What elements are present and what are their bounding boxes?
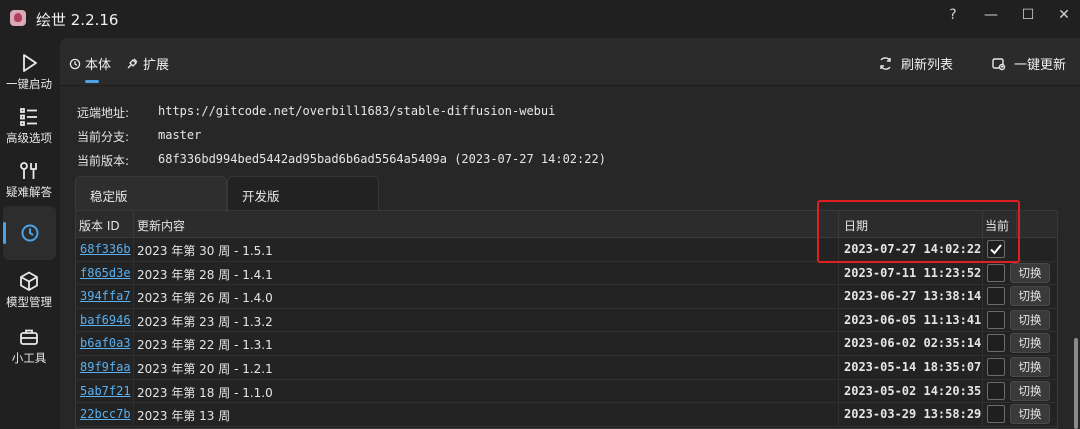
toolbox-icon xyxy=(20,329,38,345)
tab-stable[interactable]: 稳定版 xyxy=(75,176,227,210)
sidebar-item-tools[interactable]: 小工具 xyxy=(0,322,58,376)
current-checkbox[interactable] xyxy=(987,263,1005,282)
table-row[interactable]: 22bcc7b 2023 年第 13 周 2023-03-29 13:58:29… xyxy=(76,403,1057,428)
tab-core[interactable]: 本体 xyxy=(69,54,111,73)
update-content: 2023 年第 23 周 - 1.3.2 xyxy=(137,314,273,329)
current-checkbox[interactable] xyxy=(987,405,1005,424)
sidebar-item-label: 高级选项 xyxy=(6,131,52,145)
table-row[interactable]: 89f9faa 2023 年第 20 周 - 1.2.1 2023-05-14 … xyxy=(76,356,1057,380)
version-id-link[interactable]: 5ab7f21 xyxy=(80,384,131,398)
sidebar-item-launch[interactable]: 一键启动 xyxy=(0,48,58,102)
switch-button[interactable]: 切换 xyxy=(1010,404,1050,425)
date-cell: 2023-03-29 13:58:29 xyxy=(844,407,982,422)
play-icon xyxy=(23,54,37,72)
sidebar-item-versions[interactable] xyxy=(3,206,56,260)
current-branch-value: master xyxy=(158,128,202,142)
one-click-update-button[interactable]: 一键更新 xyxy=(991,54,1066,73)
table-row[interactable]: f865d3e 2023 年第 28 周 - 1.4.1 2023-07-11 … xyxy=(76,261,1057,286)
tools-icon xyxy=(20,162,37,179)
current-version-value: 68f336bd994bed5442ad95bad6b6ad5564a5409a… xyxy=(158,152,606,166)
current-checkbox[interactable] xyxy=(987,358,1005,376)
version-id-link[interactable]: 394ffa7 xyxy=(80,289,131,303)
annotation-highlight-box xyxy=(817,200,1020,263)
date-cell: 2023-05-02 14:20:35 xyxy=(844,383,982,398)
maximize-button[interactable]: ☐ xyxy=(1013,4,1043,26)
list-settings-icon xyxy=(20,108,37,126)
update-content: 2023 年第 28 周 - 1.4.1 xyxy=(137,267,273,282)
cube-icon xyxy=(20,271,38,291)
switch-button[interactable]: 切换 xyxy=(1010,286,1050,307)
version-id-link[interactable]: 22bcc7b xyxy=(80,407,131,421)
table-row[interactable]: b6af0a3 2023 年第 22 周 - 1.3.1 2023-06-02 … xyxy=(76,332,1057,357)
date-cell: 2023-05-14 18:35:07 xyxy=(844,360,982,374)
toolbar: 本体 扩展 刷新列表 一键更新 xyxy=(60,38,1080,86)
sidebar-item-label: 一键启动 xyxy=(6,77,52,91)
sidebar: 一键启动 高级选项 疑难解答 模型管理 小工具 xyxy=(0,38,58,429)
refresh-icon xyxy=(880,57,891,70)
sidebar-item-label: 小工具 xyxy=(11,351,47,365)
minimize-button[interactable]: — xyxy=(976,4,1006,26)
update-icon xyxy=(992,58,1006,71)
update-content: 2023 年第 30 周 - 1.5.1 xyxy=(137,244,273,258)
version-id-link[interactable]: 89f9faa xyxy=(80,360,131,374)
switch-button[interactable]: 切换 xyxy=(1010,380,1050,401)
current-checkbox[interactable] xyxy=(987,334,1005,353)
current-checkbox[interactable] xyxy=(987,287,1005,306)
current-checkbox[interactable] xyxy=(987,381,1005,400)
version-id-link[interactable]: f865d3e xyxy=(80,266,131,280)
header-version-id: 版本 ID xyxy=(79,219,120,233)
table-row[interactable]: 5ab7f21 2023 年第 18 周 - 1.1.0 2023-05-02 … xyxy=(76,379,1057,404)
update-content: 2023 年第 26 周 - 1.4.0 xyxy=(137,291,273,306)
remote-address-value: https://gitcode.net/overbill1683/stable-… xyxy=(158,104,556,118)
table-row[interactable]: 394ffa7 2023 年第 26 周 - 1.4.0 2023-06-27 … xyxy=(76,285,1057,310)
header-update-content: 更新内容 xyxy=(137,219,186,233)
current-branch-label: 当前分支: xyxy=(77,130,130,144)
sidebar-item-troubleshoot[interactable]: 疑难解答 xyxy=(0,156,58,210)
main-panel: 本体 扩展 刷新列表 一键更新 远端地址: https://gitcode.ne… xyxy=(60,38,1080,429)
sidebar-item-models[interactable]: 模型管理 xyxy=(0,266,58,320)
version-id-link[interactable]: 68f336b xyxy=(80,242,131,256)
history-icon xyxy=(21,224,38,242)
sidebar-item-label: 模型管理 xyxy=(6,295,52,309)
refresh-list-button[interactable]: 刷新列表 xyxy=(878,54,953,73)
date-cell: 2023-06-05 11:13:41 xyxy=(844,312,982,327)
history-icon xyxy=(69,58,81,69)
refresh-list-label: 刷新列表 xyxy=(901,58,954,73)
update-content: 2023 年第 20 周 - 1.2.1 xyxy=(137,362,273,376)
version-id-link[interactable]: b6af0a3 xyxy=(80,336,131,350)
current-checkbox[interactable] xyxy=(987,310,1005,329)
version-id-link[interactable]: baf6946 xyxy=(80,313,131,327)
sidebar-item-label: 疑难解答 xyxy=(6,185,52,199)
switch-button[interactable]: 切换 xyxy=(1010,333,1050,354)
remote-address-label: 远端地址: xyxy=(77,106,130,120)
help-button[interactable]: ? xyxy=(938,4,968,26)
update-content: 2023 年第 13 周 xyxy=(137,409,231,424)
switch-button[interactable]: 切换 xyxy=(1010,357,1050,377)
table-row[interactable]: baf6946 2023 年第 23 周 - 1.3.2 2023-06-05 … xyxy=(76,308,1057,333)
date-cell: 2023-06-27 13:38:14 xyxy=(844,289,982,304)
close-button[interactable]: ✕ xyxy=(1049,4,1079,26)
date-cell: 2023-07-11 11:23:52 xyxy=(844,265,982,280)
update-content: 2023 年第 18 周 - 1.1.0 xyxy=(137,385,273,400)
divider xyxy=(133,211,134,238)
active-tab-indicator xyxy=(85,80,99,83)
date-cell: 2023-06-02 02:35:14 xyxy=(844,336,982,351)
update-content: 2023 年第 22 周 - 1.3.1 xyxy=(137,338,273,353)
tab-extensions[interactable]: 扩展 xyxy=(126,54,169,73)
one-click-update-label: 一键更新 xyxy=(1014,58,1067,73)
app-logo-icon xyxy=(10,10,26,26)
app-title: 绘世 2.2.16 xyxy=(36,11,119,29)
tab-dev[interactable]: 开发版 xyxy=(227,176,379,210)
puzzle-icon xyxy=(127,58,138,69)
sidebar-item-advanced[interactable]: 高级选项 xyxy=(0,102,58,156)
current-version-label: 当前版本: xyxy=(77,154,130,168)
switch-button[interactable]: 切换 xyxy=(1010,262,1050,283)
tab-label: 扩展 xyxy=(143,58,170,73)
vertical-scrollbar[interactable] xyxy=(1074,338,1078,429)
title-bar: 绘世 2.2.16 ? — ☐ ✕ xyxy=(0,0,1080,38)
tab-label: 本体 xyxy=(85,58,112,73)
switch-button[interactable]: 切换 xyxy=(1010,309,1050,330)
